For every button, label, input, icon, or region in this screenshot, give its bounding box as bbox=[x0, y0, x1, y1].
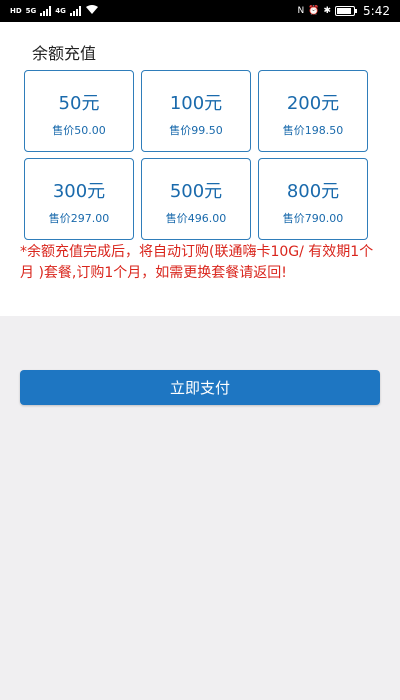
status-bar: HD 5G 4G N ⏰ ✱ 5:42 bbox=[0, 0, 400, 22]
option-price: 售价790.00 bbox=[282, 212, 344, 225]
amount-option-500[interactable]: 500元 售价496.00 bbox=[141, 158, 251, 240]
status-right: N ⏰ ✱ 5:42 bbox=[298, 4, 390, 18]
amount-option-50[interactable]: 50元 售价50.00 bbox=[24, 70, 134, 152]
option-price: 售价50.00 bbox=[52, 124, 106, 137]
recharge-card: 余额充值 50元 售价50.00 100元 售价99.50 200元 售价198… bbox=[0, 22, 400, 316]
option-price: 售价99.50 bbox=[169, 124, 223, 137]
option-amount: 500元 bbox=[169, 181, 223, 202]
option-price: 售价496.00 bbox=[165, 212, 227, 225]
amount-option-300[interactable]: 300元 售价297.00 bbox=[24, 158, 134, 240]
signal-icon-2 bbox=[69, 6, 81, 16]
hd-tag: HD bbox=[10, 6, 22, 15]
auto-subscribe-notice: *余额充值完成后，将自动订购(联通嗨卡10G/ 有效期1个月 )套餐,订购1个月… bbox=[20, 244, 374, 281]
nfc-icon: N bbox=[297, 6, 305, 16]
clock: 5:42 bbox=[363, 4, 390, 18]
section-title: 余额充值 bbox=[32, 44, 97, 63]
option-amount: 300元 bbox=[52, 181, 106, 202]
pay-now-button[interactable]: 立即支付 bbox=[20, 370, 380, 405]
option-amount: 800元 bbox=[286, 181, 340, 202]
network-5g-tag: 5G bbox=[25, 6, 37, 15]
option-price: 售价297.00 bbox=[48, 212, 110, 225]
amount-option-100[interactable]: 100元 售价99.50 bbox=[141, 70, 251, 152]
alarm-icon: ⏰ bbox=[308, 6, 320, 16]
amount-option-800[interactable]: 800元 售价790.00 bbox=[258, 158, 368, 240]
status-left: HD 5G 4G bbox=[10, 4, 99, 18]
wifi-icon bbox=[85, 4, 99, 18]
network-4g-tag: 4G bbox=[55, 6, 66, 15]
option-price: 售价198.50 bbox=[282, 124, 344, 137]
battery-icon bbox=[335, 6, 358, 16]
signal-icon bbox=[40, 6, 52, 16]
bluetooth-icon: ✱ bbox=[323, 6, 332, 16]
option-amount: 200元 bbox=[286, 93, 340, 114]
option-amount: 50元 bbox=[58, 93, 100, 114]
amount-option-200[interactable]: 200元 售价198.50 bbox=[258, 70, 368, 152]
option-amount: 100元 bbox=[169, 93, 223, 114]
